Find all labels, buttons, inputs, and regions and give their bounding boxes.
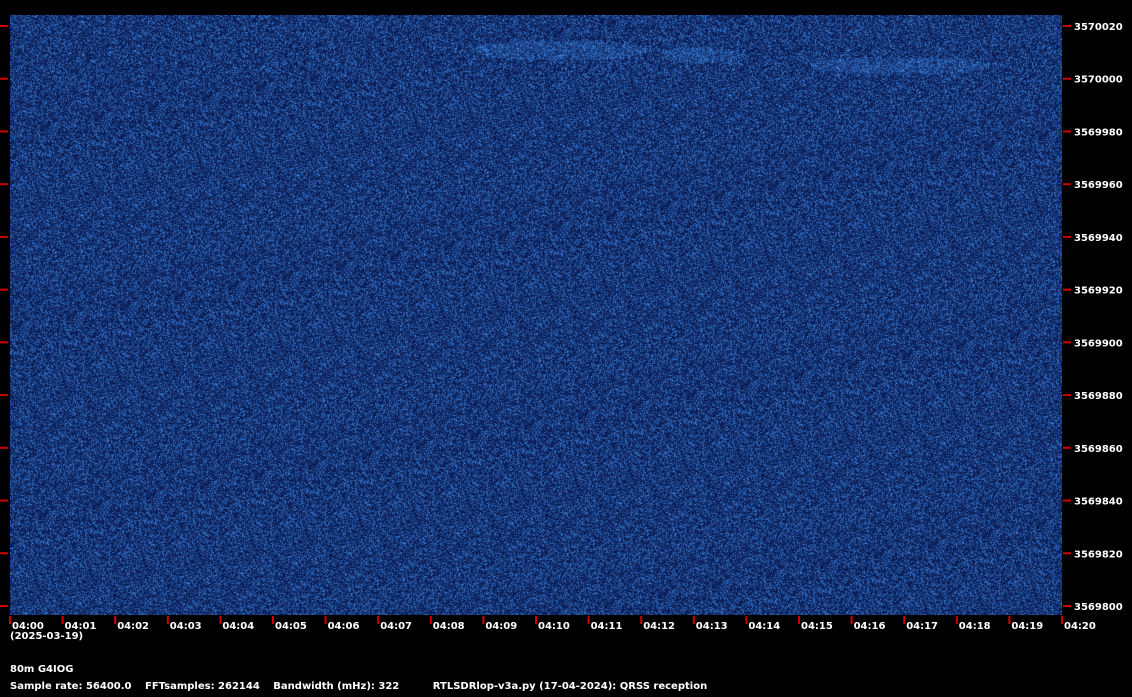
x-tick-label: 04:20: [1064, 621, 1096, 632]
station-label: 80m G4IOG: [10, 664, 74, 675]
x-tick-label: 04:14: [748, 621, 780, 632]
x-tick-label: 04:07: [380, 621, 412, 632]
x-tick-label: 04:11: [591, 621, 623, 632]
info-line: Sample rate: 56400.0 FFTsamples: 262144 …: [10, 681, 717, 692]
x-tick-label: 04:13: [696, 621, 728, 632]
y-tick-label: 3569880: [1074, 391, 1123, 402]
fft-samples-text: FFTsamples: 262144: [144, 681, 260, 692]
x-tick-label: 04:03: [170, 621, 202, 632]
x-tick-label: 04:10: [538, 621, 570, 632]
y-tick-label: 3569960: [1074, 180, 1123, 191]
chart-axes: 04:00 04:01 04:02 04:03 04:04 04:05 04:06 04:07…: [0, 22, 1123, 632]
x-tick-label: 04:15: [801, 621, 833, 632]
x-tick-label: 04:05: [275, 621, 307, 632]
x-tick-label: 04:16: [854, 621, 886, 632]
y-tick-label: 3569840: [1074, 497, 1123, 508]
sample-rate-text: Sample rate: 56400.0: [10, 681, 132, 692]
y-tick-label: 3569980: [1074, 127, 1123, 138]
y-tick-label: 3569940: [1074, 233, 1123, 244]
x-tick-label: 04:02: [117, 621, 149, 632]
x-tick-label: 04:08: [433, 621, 465, 632]
x-tick-label: 04:12: [643, 621, 675, 632]
y-tick-label: 3570000: [1074, 75, 1123, 86]
x-tick-label: 04:06: [328, 621, 360, 632]
y-axis: 3570020 3570000 3569980 3569960 3569940 35699…: [1063, 22, 1123, 613]
x-axis: 04:00 04:01 04:02 04:03 04:04 04:05 04:06 04:07…: [9, 616, 1096, 632]
y-tick-label: 3570020: [1074, 22, 1123, 33]
date-label: (2025-03-19): [10, 631, 84, 642]
bandwidth-text: Bandwidth (mHz): 322: [273, 681, 400, 692]
y-tick-label: 3569820: [1074, 549, 1123, 560]
x-tick-label: 04:18: [959, 621, 991, 632]
x-tick-label: 04:09: [485, 621, 517, 632]
y-tick-label: 3569920: [1074, 286, 1123, 297]
program-text: RTLSDRlop-v3a.py (17-04-2024): QRSS rece…: [432, 681, 708, 692]
y-tick-label: 3569800: [1074, 602, 1123, 613]
x-tick-label: 04:04: [222, 621, 254, 632]
y-tick-label: 3569900: [1074, 338, 1123, 349]
x-tick-label: 04:19: [1011, 621, 1043, 632]
x-tick-label: 04:17: [906, 621, 938, 632]
y-tick-label: 3569860: [1074, 444, 1123, 455]
left-tick-marks: [0, 25, 8, 607]
